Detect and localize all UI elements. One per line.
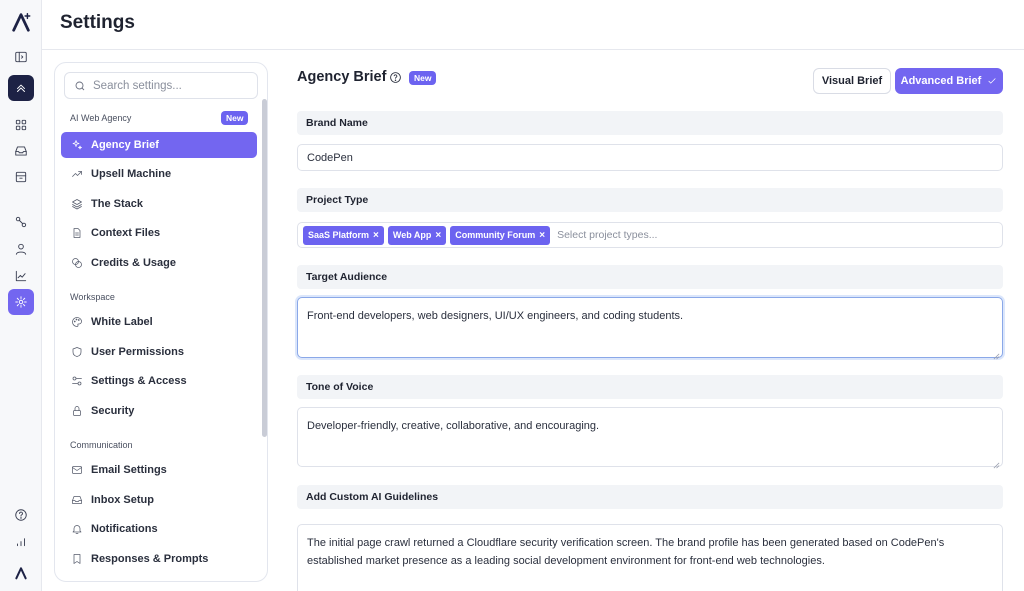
project-type-select[interactable]: SaaS Platform × Web App × Community Forum ×…: [297, 222, 1003, 248]
check-icon: [988, 78, 996, 84]
tone-text: Developer-friendly, creative, collaborat…: [307, 420, 600, 432]
advanced-brief-label: Advanced Brief: [900, 75, 982, 87]
sidebar-item-the-stack[interactable]: The Stack: [61, 191, 257, 217]
help-circle-icon[interactable]: [389, 71, 402, 84]
tag-chip[interactable]: Community Forum ×: [450, 225, 551, 245]
sidebar-item-label: User Permissions: [91, 346, 184, 358]
target-audience-text: Front-end developers, web designers, UI/…: [307, 310, 684, 322]
settings-sidebar: AI Web Agency New Agency Brief Upsell Ma…: [54, 62, 268, 582]
brand-name-input[interactable]: CodePen: [297, 144, 1003, 171]
sidebar-item-agency-brief[interactable]: Agency Brief: [61, 132, 257, 158]
close-icon[interactable]: ×: [539, 230, 545, 241]
section-title: Agency Brief: [297, 69, 387, 85]
sidebar-item-label: Context Files: [91, 227, 161, 239]
sidebar-item-label: Agency Brief: [91, 139, 159, 151]
sidebar-item-label: Settings & Access: [91, 375, 187, 387]
sidebar-item-label: White Label: [91, 316, 153, 328]
tag-chip[interactable]: SaaS Platform ×: [303, 225, 384, 245]
sidebar-item-label: The Stack: [91, 198, 143, 210]
trending-up-icon: [72, 171, 82, 177]
sidebar-item-label: Email Settings: [91, 464, 167, 476]
layers-icon: [72, 199, 82, 210]
sidebar-toggle-icon[interactable]: [9, 45, 33, 69]
sidebar-item-label: Security: [91, 405, 135, 417]
sidebar-item-inbox-setup[interactable]: Inbox Setup: [61, 487, 257, 513]
mail-icon: [72, 466, 82, 474]
sidebar-item-label: Responses & Prompts: [91, 553, 209, 565]
inbox-icon: [72, 496, 82, 504]
section-label-communication: Communication: [70, 440, 133, 450]
signal-icon[interactable]: [9, 529, 33, 553]
user-icon[interactable]: [9, 237, 33, 261]
custom-guidelines-textarea[interactable]: The initial page crawl returned a Cloudf…: [297, 524, 1003, 591]
section-label-workspace: Workspace: [70, 292, 115, 302]
sidebar-item-white-label[interactable]: White Label: [61, 309, 257, 335]
tag-label: Community Forum: [455, 230, 536, 240]
icon-rail: [0, 0, 42, 591]
visual-brief-label: Visual Brief: [821, 75, 883, 87]
bookmark-icon: [73, 554, 81, 564]
field-label-project-type: Project Type: [297, 188, 1003, 212]
sidebar-item-label: Upsell Machine: [91, 168, 172, 180]
search-box[interactable]: [64, 72, 258, 99]
close-icon[interactable]: ×: [373, 230, 379, 241]
tone-of-voice-textarea[interactable]: Developer-friendly, creative, collaborat…: [297, 407, 1003, 469]
project-type-placeholder: Select project types...: [557, 229, 658, 241]
analytics-icon[interactable]: [9, 264, 33, 288]
resize-handle-icon[interactable]: [993, 457, 1000, 469]
home-icon[interactable]: [8, 75, 34, 101]
sidebar-item-responses-prompts[interactable]: Responses & Prompts: [61, 546, 257, 572]
field-label-tone-of-voice: Tone of Voice: [297, 375, 1003, 399]
account-logo-icon[interactable]: [9, 561, 33, 585]
sidebar-item-credits-usage[interactable]: Credits & Usage: [61, 250, 257, 276]
bell-icon: [72, 525, 82, 534]
app-logo-icon[interactable]: [9, 10, 33, 34]
search-icon: [75, 81, 85, 90]
settings-icon[interactable]: [8, 289, 34, 315]
workflow-icon[interactable]: [9, 210, 33, 234]
resize-handle-icon[interactable]: [993, 348, 1000, 360]
file-icon: [73, 228, 81, 238]
sidebar-item-upsell-machine[interactable]: Upsell Machine: [61, 161, 257, 187]
sparkles-icon: [72, 140, 82, 150]
page-title: Settings: [60, 12, 135, 33]
sidebar-item-security[interactable]: Security: [61, 398, 257, 424]
toggles-icon: [72, 376, 82, 386]
sidebar-item-email-settings[interactable]: Email Settings: [61, 457, 257, 483]
coins-icon: [72, 258, 82, 268]
inbox-icon[interactable]: [9, 139, 33, 163]
field-label-brand-name: Brand Name: [297, 111, 1003, 135]
guidelines-text: The initial page crawl returned a Cloudf…: [307, 537, 945, 567]
field-label-custom-guidelines: Add Custom AI Guidelines: [297, 485, 1003, 509]
calendar-icon[interactable]: [9, 165, 33, 189]
tag-chip[interactable]: Web App ×: [387, 225, 447, 245]
shield-icon: [72, 347, 82, 357]
palette-icon: [72, 317, 82, 327]
sidebar-item-label: Notifications: [91, 523, 158, 535]
new-badge: New: [409, 71, 437, 85]
lock-icon: [73, 406, 81, 416]
sidebar-item-user-permissions[interactable]: User Permissions: [61, 339, 257, 365]
field-label-target-audience: Target Audience: [297, 265, 1003, 289]
top-header: Settings: [42, 0, 1024, 50]
target-audience-textarea[interactable]: Front-end developers, web designers, UI/…: [297, 297, 1003, 360]
sidebar-item-label: Inbox Setup: [91, 494, 154, 506]
search-input[interactable]: [93, 79, 243, 92]
tag-label: Web App: [392, 230, 432, 240]
sidebar-item-label: Credits & Usage: [91, 257, 176, 269]
tag-label: SaaS Platform: [308, 230, 370, 240]
sidebar-scrollbar[interactable]: [262, 99, 267, 437]
close-icon[interactable]: ×: [435, 230, 441, 241]
sidebar-item-settings-access[interactable]: Settings & Access: [61, 368, 257, 394]
sidebar-item-context-files[interactable]: Context Files: [61, 220, 257, 246]
new-badge: New: [221, 111, 249, 125]
section-label-ai-web-agency: AI Web Agency: [70, 113, 132, 123]
help-icon[interactable]: [9, 503, 33, 527]
advanced-brief-button[interactable]: Advanced Brief: [895, 68, 1003, 94]
sidebar-item-notifications[interactable]: Notifications: [61, 516, 257, 542]
grid-icon[interactable]: [9, 113, 33, 137]
visual-brief-button[interactable]: Visual Brief: [813, 68, 891, 94]
